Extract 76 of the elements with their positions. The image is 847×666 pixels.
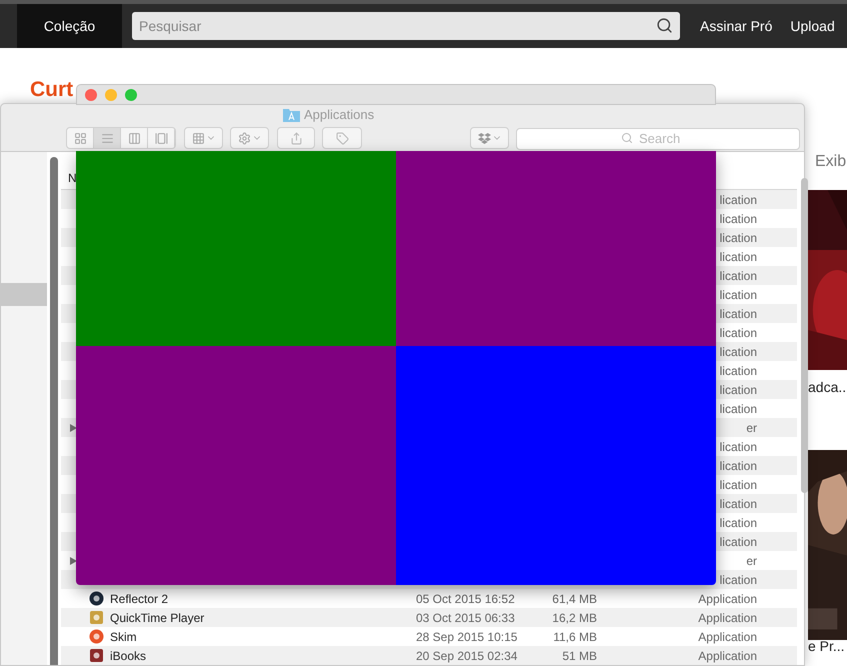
file-kind: Application xyxy=(698,628,757,646)
file-kind: lication xyxy=(720,362,757,380)
file-kind: lication xyxy=(720,324,757,342)
grid-icon xyxy=(192,132,204,145)
card-caption: e Pr... xyxy=(808,637,845,656)
file-kind: lication xyxy=(720,192,757,208)
disclosure-triangle-icon[interactable] xyxy=(70,424,77,432)
view-mode-icon xyxy=(154,132,168,145)
minimize-button[interactable] xyxy=(105,88,117,100)
share-icon xyxy=(290,132,302,145)
settings-icon xyxy=(238,132,250,145)
file-kind: lication xyxy=(720,210,757,228)
nav-link[interactable]: Assinar Pró xyxy=(700,16,772,36)
share-button[interactable] xyxy=(277,127,315,150)
file-kind: lication xyxy=(720,286,757,304)
file-name: Reflector 2 xyxy=(110,590,168,608)
search-field[interactable]: Pesquisar xyxy=(132,12,680,40)
file-kind: er xyxy=(746,552,757,570)
window-title: Applications xyxy=(304,106,374,124)
close-button[interactable] xyxy=(85,88,97,100)
section-heading: Exibi xyxy=(815,152,847,172)
file-kind: lication xyxy=(720,496,757,512)
file-size: 16,2 MB xyxy=(552,610,597,626)
settings-button[interactable] xyxy=(230,127,269,150)
modified-date: 20 Sep 2015 02:34 xyxy=(416,648,518,664)
view-mode-icon xyxy=(128,132,140,145)
zoom-button[interactable] xyxy=(125,88,137,100)
file-kind: lication xyxy=(720,268,757,284)
search-icon xyxy=(621,132,633,144)
file-kind: lication xyxy=(720,400,757,418)
file-name: iBooks xyxy=(110,648,146,664)
file-kind: lication xyxy=(720,534,757,550)
arrange-button[interactable] xyxy=(184,127,223,150)
file-kind: lication xyxy=(720,230,757,246)
file-name: QuickTime Player xyxy=(110,610,204,626)
tag-icon xyxy=(336,132,348,145)
modified-date: 03 Oct 2015 06:33 xyxy=(416,610,515,626)
file-kind: lication xyxy=(720,458,757,474)
file-row[interactable]: QuickTime Player 03 Oct 2015 06:33 16,2 MB Application xyxy=(61,608,797,627)
modified-date: 05 Oct 2015 16:52 xyxy=(416,590,515,608)
dropbox-button[interactable] xyxy=(470,127,509,150)
app-icon xyxy=(89,610,104,625)
file-row[interactable]: iBooks 20 Sep 2015 02:34 51 MB Application xyxy=(61,646,797,665)
search-field[interactable]: Search xyxy=(516,128,800,150)
file-kind: lication xyxy=(720,306,757,322)
card-caption: adca... xyxy=(808,378,847,397)
file-kind: Application xyxy=(698,610,757,626)
file-kind: er xyxy=(746,420,757,436)
file-size: 61,4 MB xyxy=(552,590,597,608)
file-kind: Application xyxy=(698,648,757,664)
page-heading: Curt xyxy=(30,78,74,102)
file-kind: lication xyxy=(720,476,757,494)
modified-date: 28 Sep 2015 10:15 xyxy=(416,628,518,646)
app-icon xyxy=(89,591,104,606)
view-mode-icon xyxy=(100,132,114,145)
file-size: 11,6 MB xyxy=(553,628,597,646)
file-kind: lication xyxy=(720,438,757,456)
dropbox-icon xyxy=(478,132,490,145)
file-size: 51 MB xyxy=(562,648,597,664)
collection-tab[interactable]: Coleção xyxy=(17,4,122,48)
file-kind: lication xyxy=(720,572,757,588)
file-kind: lication xyxy=(720,382,757,398)
app-icon xyxy=(89,648,104,663)
nav-link[interactable]: Upload xyxy=(790,16,835,36)
file-kind: lication xyxy=(720,248,757,266)
view-mode-button[interactable] xyxy=(94,128,121,148)
view-mode-icon xyxy=(74,132,86,145)
file-kind: Application xyxy=(698,590,757,608)
file-name: Skim xyxy=(110,628,137,646)
disclosure-triangle-icon[interactable] xyxy=(70,556,77,564)
search-icon xyxy=(656,17,673,34)
file-kind: lication xyxy=(720,344,757,360)
tag-button[interactable] xyxy=(322,127,362,150)
folder-icon xyxy=(283,108,300,122)
file-kind: lication xyxy=(720,514,757,532)
app-icon xyxy=(89,629,104,644)
